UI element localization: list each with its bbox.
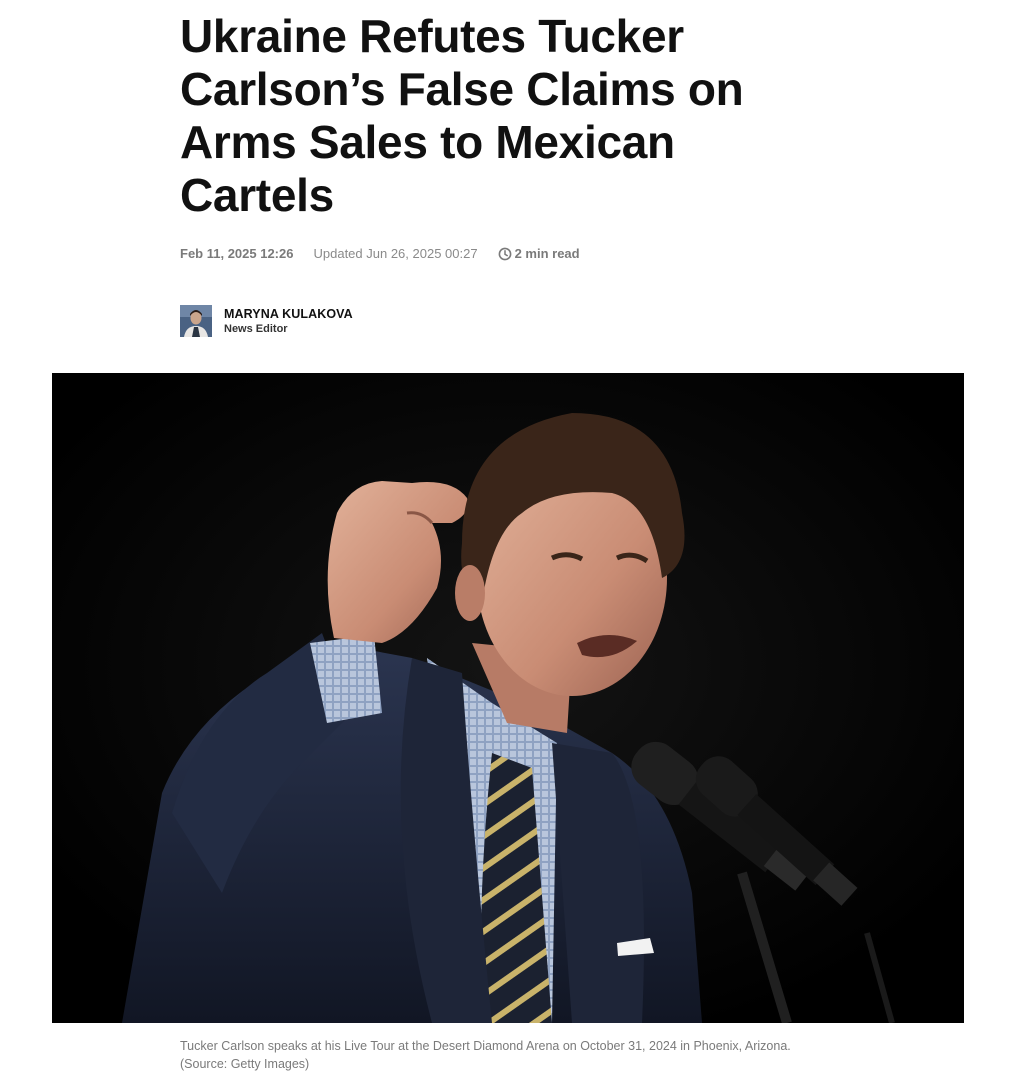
read-time-label: 2 min read [514,246,580,261]
article-meta: Feb 11, 2025 12:26 Updated Jun 26, 2025 … [180,246,580,261]
headline-line: Ukraine Refutes Tucker [180,10,684,62]
speaker-photo [52,373,964,1023]
caption-source: (Source: Getty Images) [180,1057,310,1071]
headline-line: Cartels [180,169,334,221]
avatar-photo [180,305,212,337]
caption-text: Tucker Carlson speaks at his Live Tour a… [180,1039,791,1053]
published-date: Feb 11, 2025 12:26 [180,246,294,261]
read-time: 2 min read [498,246,580,261]
updated-date: Updated Jun 26, 2025 00:27 [313,246,478,261]
headline-line: Arms Sales to Mexican [180,116,675,168]
headline-line: Carlson’s False Claims on [180,63,744,115]
author-byline[interactable]: MARYNA KULAKOVA News Editor [180,305,353,337]
article-header: Ukraine Refutes Tucker Carlson’s False C… [180,10,860,222]
author-role: News Editor [224,323,288,335]
author-name[interactable]: MARYNA KULAKOVA [224,306,353,322]
hero-image [52,373,964,1023]
author-avatar[interactable] [180,305,212,337]
clock-icon [498,247,511,260]
image-caption: Tucker Carlson speaks at his Live Tour a… [180,1037,880,1073]
headline: Ukraine Refutes Tucker Carlson’s False C… [180,10,860,222]
author-text: MARYNA KULAKOVA News Editor [224,306,353,336]
